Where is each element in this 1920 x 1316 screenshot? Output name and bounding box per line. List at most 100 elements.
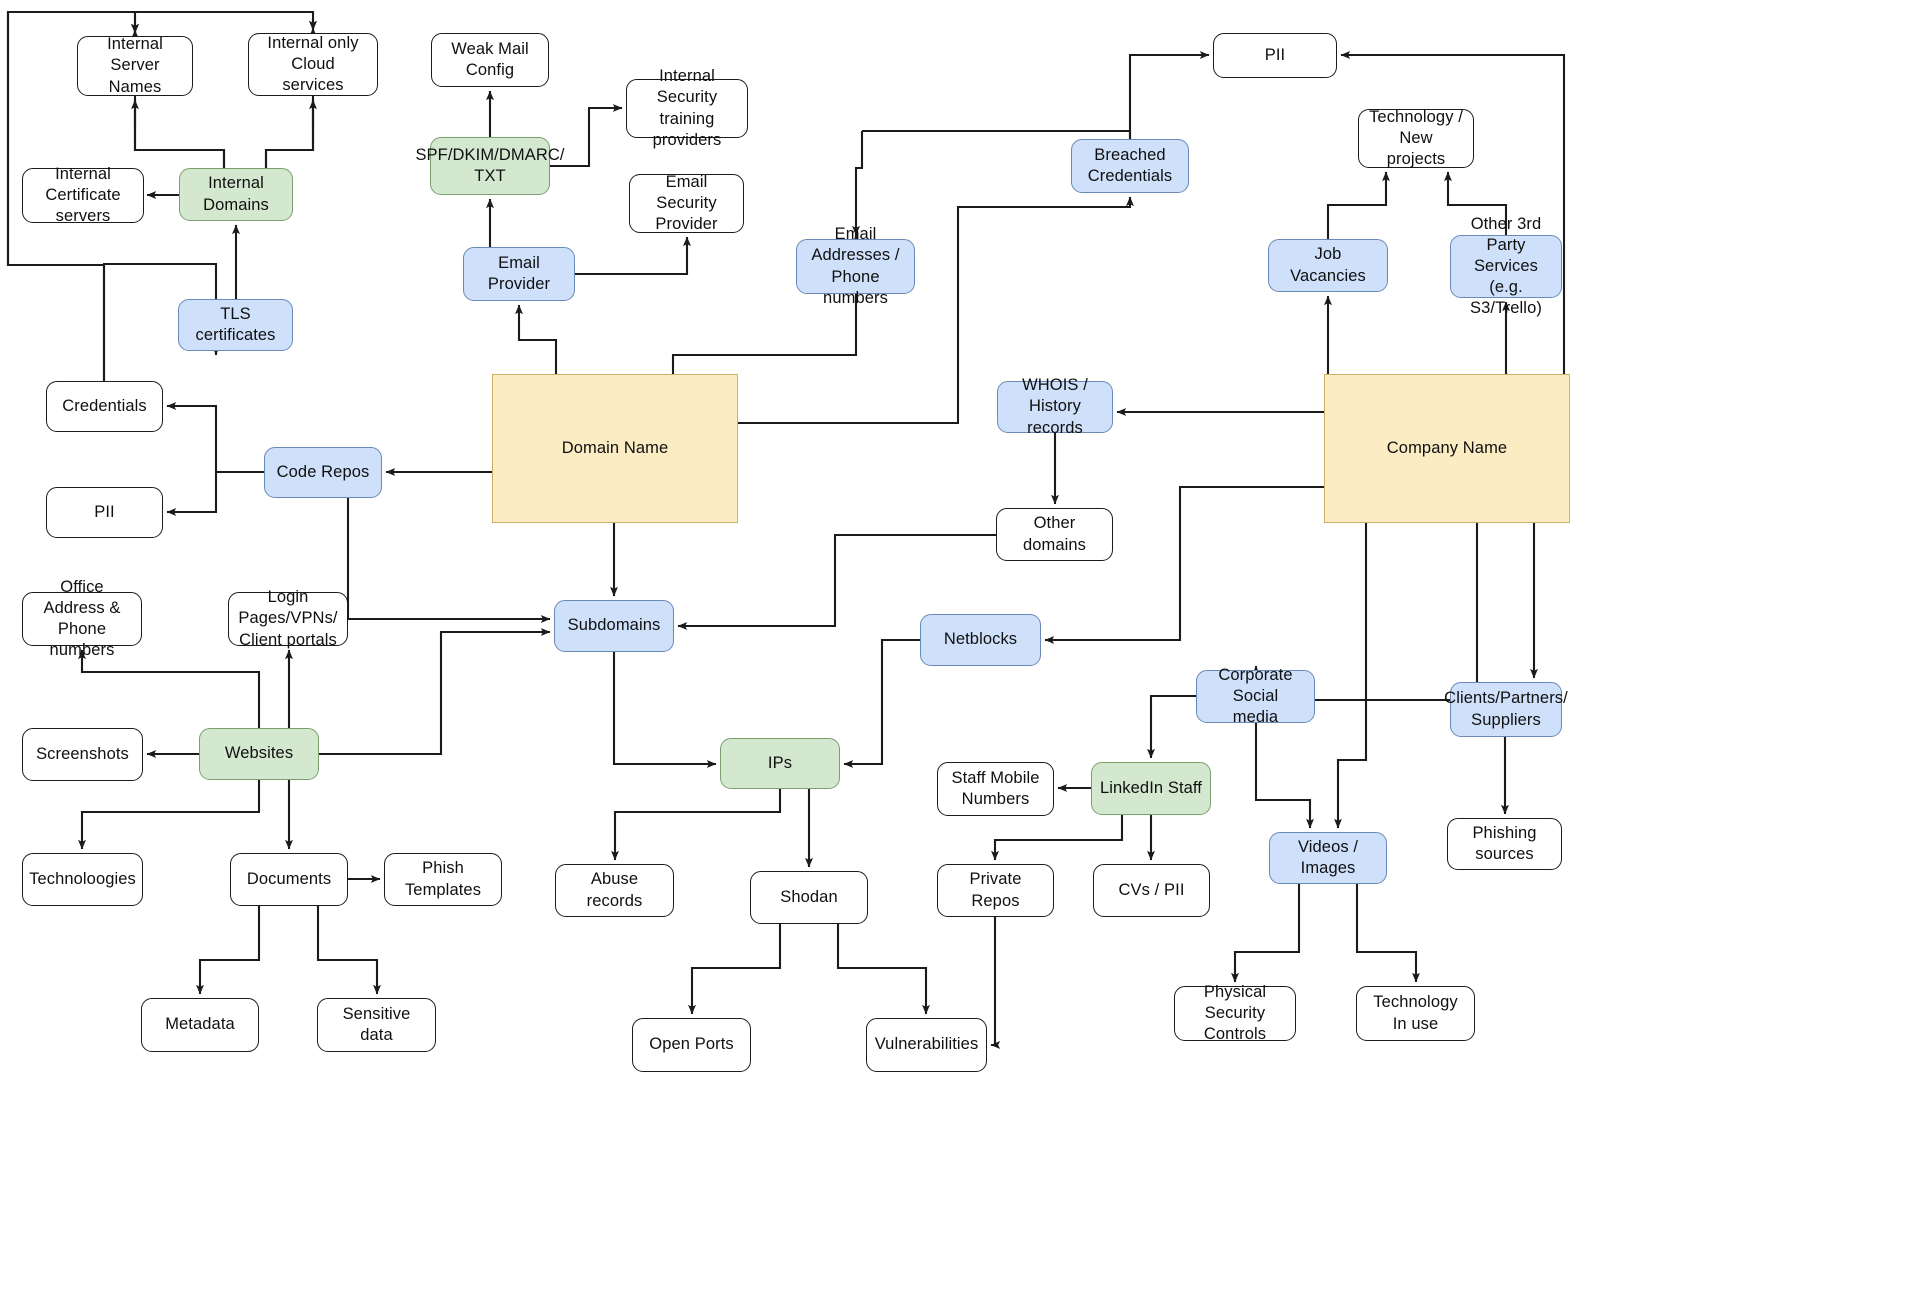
node-label: Other domains — [1022, 514, 1087, 554]
node-websites[interactable]: Websites — [199, 728, 319, 780]
node-label: Abuse records — [586, 870, 643, 910]
node-other-3rd-party-services[interactable]: Other 3rd Party Services (e.g. S3/Trello… — [1450, 215, 1562, 317]
node-other-domains[interactable]: Other domains — [996, 508, 1113, 561]
edge-code-repos-to-pii-left — [166, 472, 218, 516]
edge-websites-rail-to-subdomains — [319, 628, 551, 756]
node-tls-certificates[interactable]: TLS certificates — [178, 299, 293, 351]
node-netblocks[interactable]: Netblocks — [920, 614, 1041, 666]
node-label: Staff Mobile Numbers — [951, 768, 1040, 808]
node-clients-partners-suppliers[interactable]: Clients/Partners/ Suppliers — [1444, 682, 1568, 737]
node-label: SPF/DKIM/DMARC/ TXT — [415, 145, 565, 185]
node-login-pages-vpns[interactable]: Login Pages/VPNs/ Client portals — [228, 588, 348, 649]
node-private-repos[interactable]: Private Repos — [937, 864, 1054, 917]
node-label: Phishing sources — [1472, 823, 1537, 863]
node-internal-domains[interactable]: Internal Domains — [179, 168, 293, 221]
edge-ips-to-abuse-records — [611, 789, 782, 861]
node-label: Corporate Social media — [1218, 665, 1293, 727]
node-label: Job Vacancies — [1290, 245, 1366, 285]
node-spf-dkim-dmarc-txt[interactable]: SPF/DKIM/DMARC/ TXT — [415, 137, 564, 195]
node-technoloogies[interactable]: Technoloogies — [22, 853, 143, 906]
node-domain-name[interactable]: Domain Name — [492, 374, 738, 523]
node-job-vacancies[interactable]: Job Vacancies — [1268, 239, 1388, 292]
node-phish-templates[interactable]: Phish Templates — [384, 853, 502, 906]
node-screenshots[interactable]: Screenshots — [22, 728, 143, 781]
edge-upper-feed-to-email-addresses — [852, 131, 864, 236]
node-technology-in-use[interactable]: Technology In use — [1356, 986, 1475, 1041]
edge-job-vacancies-to-technology-new-projects — [1326, 171, 1390, 239]
node-sensitive-data[interactable]: Sensitive data — [317, 998, 436, 1052]
osint-diagram-canvas: Internal Server Names Internal only Cloud… — [0, 0, 1920, 1316]
node-abuse-records[interactable]: Abuse records — [555, 864, 674, 917]
node-label: WHOIS / History records — [1022, 376, 1088, 437]
node-corporate-social-media[interactable]: Corporate Social media — [1196, 666, 1315, 726]
node-internal-certificate-servers[interactable]: Internal Certificate servers — [22, 165, 144, 225]
node-label: Domain Name — [561, 438, 669, 457]
node-label: PII — [94, 502, 115, 521]
node-videos-images[interactable]: Videos / Images — [1269, 832, 1387, 884]
node-label: Internal Server Names — [107, 35, 163, 96]
node-label: LinkedIn Staff — [1099, 778, 1202, 797]
node-label: Internal Security training providers — [652, 67, 722, 149]
edge-code-repos-to-credentials — [166, 402, 264, 474]
edge-linkedin-staff-to-private-repos — [991, 815, 1124, 861]
node-credentials[interactable]: Credentials — [46, 381, 163, 432]
node-physical-security-controls[interactable]: Physical Security Controls — [1174, 983, 1296, 1043]
node-label: Screenshots — [36, 744, 129, 763]
node-technology-new-projects[interactable]: Technology / New projects — [1358, 107, 1474, 169]
edge-email-addresses-uplink — [862, 129, 1132, 139]
node-label: IPs — [767, 753, 793, 772]
edge-corporate-social-to-videos-images — [1254, 723, 1314, 829]
node-label: TLS certificates — [195, 304, 276, 344]
node-email-security-provider[interactable]: Email Security Provider — [629, 173, 744, 233]
node-staff-mobile-numbers[interactable]: Staff Mobile Numbers — [937, 762, 1054, 816]
node-label: Technology / New projects — [1369, 107, 1463, 169]
node-pii-top[interactable]: PII — [1213, 33, 1337, 78]
node-label: Credentials — [62, 396, 147, 415]
node-label: Clients/Partners/ Suppliers — [1444, 689, 1568, 729]
node-ips[interactable]: IPs — [720, 738, 840, 789]
node-office-address-phone[interactable]: Office Address & Phone numbers — [22, 578, 142, 659]
node-open-ports[interactable]: Open Ports — [632, 1018, 751, 1072]
node-cvs-pii[interactable]: CVs / PII — [1093, 864, 1210, 917]
node-label: Breached Credentials — [1087, 145, 1173, 185]
node-label: Physical Security Controls — [1203, 982, 1267, 1044]
node-label: PII — [1264, 45, 1286, 64]
node-subdomains[interactable]: Subdomains — [554, 600, 674, 652]
edge-email-provider-to-email-security-provider — [575, 236, 691, 276]
edge-documents-to-metadata — [196, 906, 261, 995]
node-label: Other 3rd Party Services (e.g. S3/Trello… — [1470, 214, 1542, 318]
node-weak-mail-config[interactable]: Weak Mail Config — [431, 33, 549, 87]
node-breached-credentials[interactable]: Breached Credentials — [1071, 139, 1189, 193]
node-label: Private Repos — [969, 870, 1022, 910]
node-linkedin-staff[interactable]: LinkedIn Staff — [1091, 762, 1211, 815]
edge-documents-to-sensitive-data — [316, 906, 381, 995]
node-email-provider[interactable]: Email Provider — [463, 247, 575, 301]
node-label: Internal only Cloud services — [267, 33, 359, 95]
node-code-repos[interactable]: Code Repos — [264, 447, 382, 498]
node-label: Company Name — [1386, 438, 1508, 457]
node-phishing-sources[interactable]: Phishing sources — [1447, 818, 1562, 870]
node-label: Documents — [246, 869, 332, 888]
node-email-addresses-phone[interactable]: Email Addresses / Phone numbers — [796, 225, 915, 307]
node-internal-server-names[interactable]: Internal Server Names — [77, 35, 193, 96]
edge-private-repos-to-vulnerabilities — [990, 917, 1001, 1049]
node-label: Phish Templates — [404, 859, 482, 899]
node-company-name[interactable]: Company Name — [1324, 374, 1570, 523]
node-label: Technology In use — [1373, 993, 1458, 1033]
node-documents[interactable]: Documents — [230, 853, 348, 906]
node-internal-security-training[interactable]: Internal Security training providers — [626, 67, 748, 149]
edge-other-domains-to-subdomains — [677, 533, 996, 630]
node-label: Metadata — [165, 1015, 235, 1034]
edge-netblocks-to-ips — [843, 638, 920, 768]
node-label: Sensitive data — [342, 1004, 411, 1044]
node-shodan[interactable]: Shodan — [750, 871, 868, 924]
node-internal-only-cloud[interactable]: Internal only Cloud services — [248, 33, 378, 96]
node-pii-left[interactable]: PII — [46, 487, 163, 538]
edge-websites-to-office-address — [78, 649, 261, 728]
node-metadata[interactable]: Metadata — [141, 998, 259, 1052]
node-label: Weak Mail Config — [451, 39, 529, 79]
node-vulnerabilities[interactable]: Vulnerabilities — [866, 1018, 987, 1072]
node-label: Internal Domains — [203, 174, 269, 214]
node-whois-history-records[interactable]: WHOIS / History records — [997, 376, 1113, 437]
node-label: Code Repos — [276, 462, 370, 481]
